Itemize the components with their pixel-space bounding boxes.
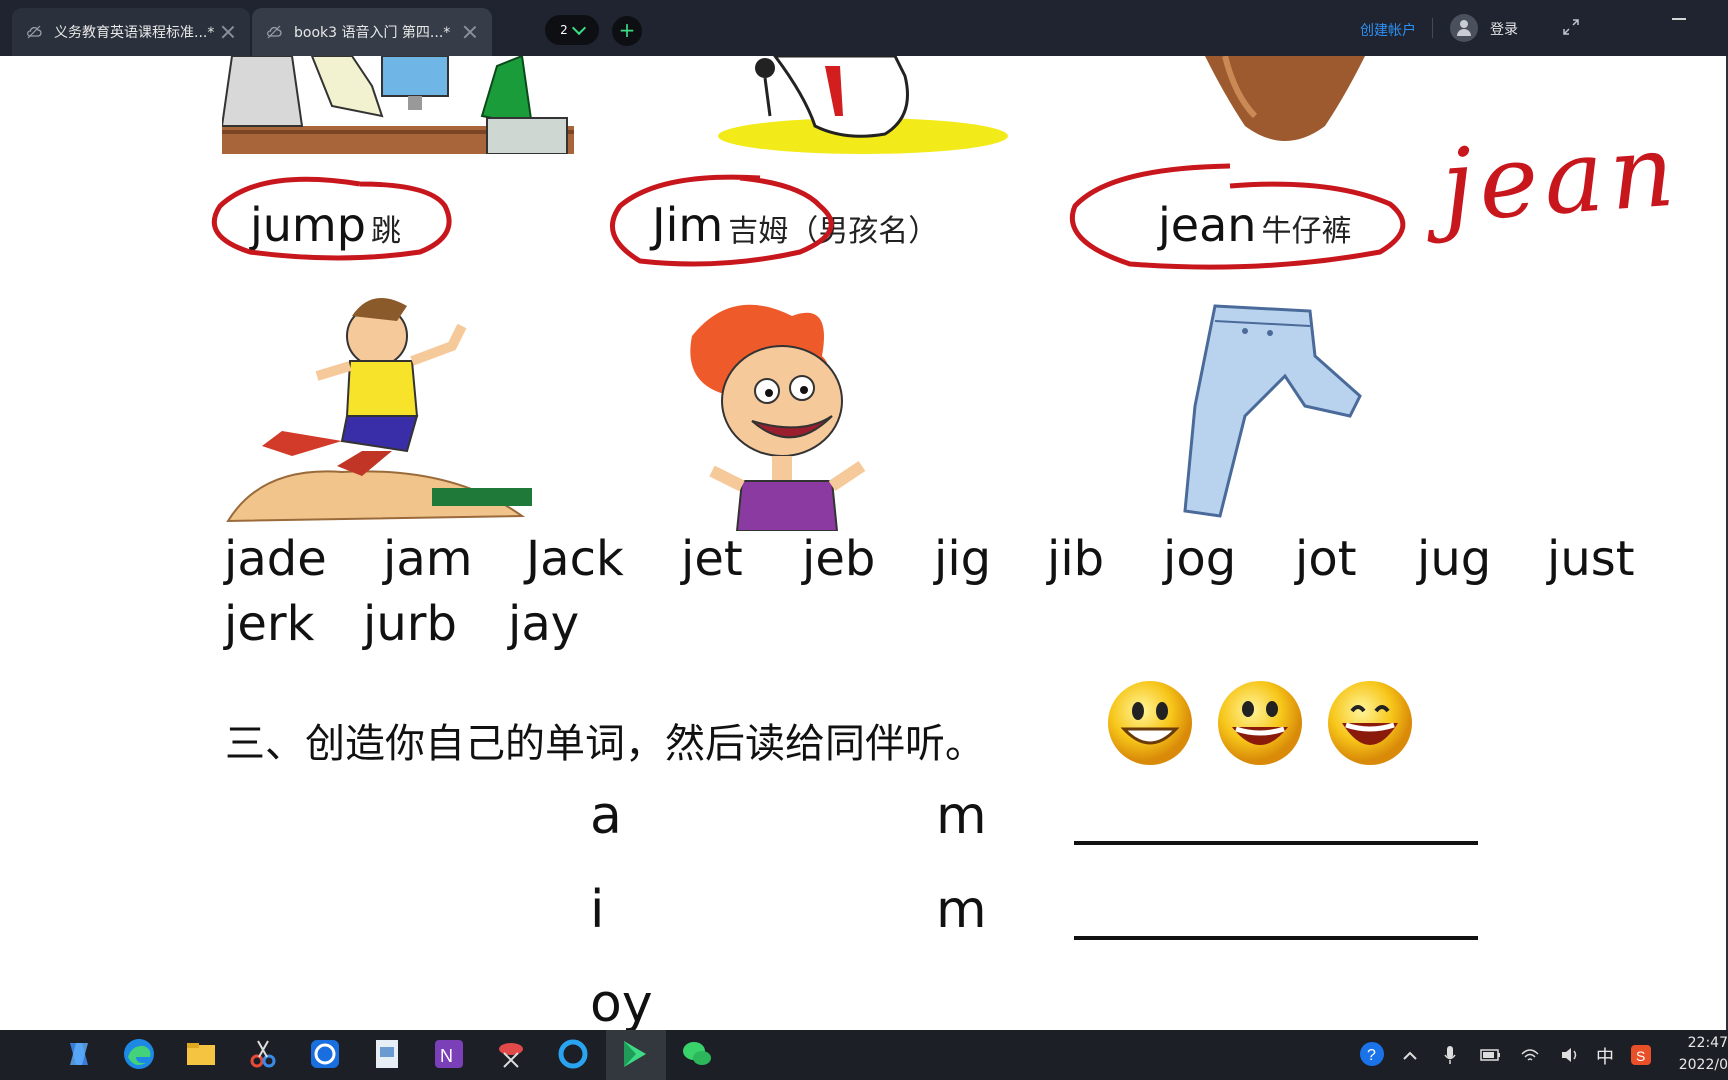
vocab-meaning: 牛仔裤 <box>1261 214 1352 249</box>
add-page-button[interactable]: + <box>612 16 642 46</box>
divider <box>1432 18 1433 38</box>
tab-curriculum-doc[interactable]: 义务教育英语课程标准...* <box>12 8 250 56</box>
app-document-icon[interactable] <box>370 1037 404 1071</box>
word-item: jurb <box>363 596 457 652</box>
jim-boy-illustration <box>690 304 866 531</box>
tab-label: book3 语音入门 第四...* <box>294 25 451 41</box>
exercise-instruction: 三、创造你自己的单词，然后读给同伴听。 <box>225 721 985 767</box>
vocab-jean: jean 牛仔裤 <box>1158 198 1352 252</box>
builder-ending: m <box>936 786 987 846</box>
file-explorer-icon[interactable] <box>184 1037 218 1071</box>
clock-date: 2022/0 <box>1678 1057 1728 1073</box>
chevron-up-icon[interactable] <box>1402 1048 1418 1064</box>
word-item: jib <box>1047 531 1105 587</box>
word-item: jeb <box>802 531 876 587</box>
microphone-icon[interactable] <box>1442 1044 1458 1066</box>
app-blue-ring-icon[interactable] <box>556 1037 590 1071</box>
clock-time: 22:47 <box>1687 1035 1728 1051</box>
word-item: jade <box>224 531 327 587</box>
vocab-jump: jump 跳 <box>250 198 401 252</box>
word-item: jam <box>383 531 473 587</box>
app-blue-check-icon[interactable] <box>308 1037 342 1071</box>
word-item: jog <box>1163 531 1237 587</box>
cloud-sync-icon <box>267 25 282 39</box>
tab-book3-phonics[interactable]: book3 语音入门 第四...* <box>252 8 492 56</box>
vocab-word: jump <box>250 198 366 252</box>
vocab-meaning: 吉姆（男孩名） <box>728 214 939 249</box>
handwritten-note: jean <box>1438 111 1684 245</box>
snipping-tool-icon[interactable] <box>246 1037 280 1071</box>
help-icon[interactable]: ? <box>1358 1040 1386 1068</box>
smiley-icon <box>1108 681 1412 765</box>
sogou-input-icon[interactable]: S <box>1630 1044 1652 1066</box>
wechat-icon[interactable] <box>680 1037 714 1071</box>
answer-blank <box>1074 841 1478 845</box>
title-bar: 义务教育英语课程标准...* book3 语音入门 第四...* 2 + 创建帐… <box>0 0 1728 56</box>
speaker-icon[interactable] <box>1560 1046 1580 1064</box>
svg-text:N: N <box>440 1046 453 1066</box>
builder-vowel: a <box>590 786 622 846</box>
word-item: jerk <box>224 596 315 652</box>
answer-blank <box>1074 936 1478 940</box>
word-item: just <box>1547 531 1635 587</box>
app-scissors-icon[interactable] <box>494 1037 528 1071</box>
word-item: jay <box>508 596 580 652</box>
word-item: jug <box>1417 531 1492 587</box>
chevron-down-icon <box>571 20 586 36</box>
jeans-illustration <box>1183 304 1362 518</box>
vocab-word: jean <box>1158 198 1257 252</box>
whiteboard-app-icon[interactable] <box>618 1037 652 1071</box>
page-selector[interactable]: 2 <box>545 15 599 45</box>
vocab-word: Jim <box>652 198 724 252</box>
word-item: jet <box>681 531 743 587</box>
word-item: jot <box>1295 531 1357 587</box>
create-account-link[interactable]: 创建帐户 <box>1360 20 1416 40</box>
jumping-boy-illustration <box>226 298 532 523</box>
builder-vowel: i <box>590 880 605 940</box>
battery-icon[interactable] <box>1480 1047 1502 1063</box>
fullscreen-icon[interactable] <box>1562 18 1580 36</box>
login-link[interactable]: 登录 <box>1490 19 1518 39</box>
minimize-button[interactable] <box>1672 18 1686 20</box>
ime-indicator[interactable]: 中 <box>1596 1043 1614 1069</box>
word-item: Jack <box>526 531 624 587</box>
svg-text:?: ? <box>1367 1047 1376 1064</box>
word-item: jig <box>934 531 992 587</box>
close-icon[interactable] <box>220 24 236 40</box>
dog-illustration <box>718 56 1008 154</box>
clock[interactable]: 22:47 2022/0 <box>1664 1032 1728 1076</box>
tab-label: 义务教育英语课程标准...* <box>54 25 215 41</box>
slide-canvas: jump 跳 Jim 吉姆（男孩名） jean 牛仔裤 jean jade ja… <box>0 56 1726 1030</box>
office-worker-illustration <box>222 56 574 154</box>
vase-illustration <box>1205 56 1365 141</box>
page-number: 2 <box>560 23 568 37</box>
edge-browser-icon[interactable] <box>122 1037 156 1071</box>
close-icon[interactable] <box>462 24 478 40</box>
builder-ending: m <box>936 880 987 940</box>
vocab-jim: Jim 吉姆（男孩名） <box>652 198 938 252</box>
svg-text:S: S <box>1636 1048 1645 1064</box>
wifi-icon[interactable] <box>1520 1046 1540 1064</box>
vocab-meaning: 跳 <box>371 214 402 249</box>
avatar[interactable] <box>1450 14 1478 42</box>
onenote-icon[interactable]: N <box>432 1037 466 1071</box>
builder-vowel: oy <box>590 974 653 1030</box>
copilot-icon[interactable] <box>62 1037 96 1071</box>
cloud-sync-icon <box>27 25 42 39</box>
